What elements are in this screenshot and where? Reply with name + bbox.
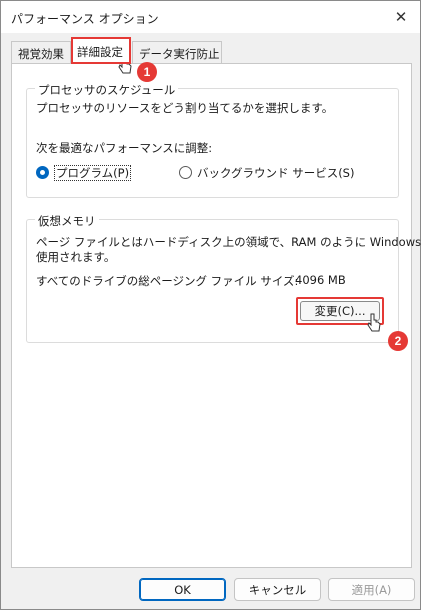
- paging-file-total-value: 4096 MB: [295, 273, 346, 287]
- step-badge-2: 2: [388, 331, 408, 351]
- virtual-memory-legend: 仮想メモリ: [35, 213, 99, 229]
- apply-button[interactable]: 適用(A): [328, 578, 415, 601]
- close-icon: ✕: [394, 8, 408, 26]
- programs-label-text: プログラム(P): [54, 165, 132, 181]
- performance-options-dialog: パフォーマンス オプション ✕ 視覚効果 詳細設定 データ実行防止 プロセッサの…: [0, 0, 421, 610]
- programs-radio[interactable]: [36, 166, 49, 179]
- programs-radio-label[interactable]: プログラム(P): [54, 165, 132, 181]
- window-title: パフォーマンス オプション: [11, 12, 159, 26]
- cancel-button[interactable]: キャンセル: [234, 578, 321, 601]
- change-button-label: 変更(C)...: [314, 304, 366, 318]
- virtual-memory-description-line2: 使用されます。: [36, 250, 116, 264]
- processor-description: プロセッサのリソースをどう割り当てるかを選択します。: [36, 101, 334, 115]
- tab-advanced[interactable]: 詳細設定: [71, 37, 131, 64]
- ok-button[interactable]: OK: [139, 578, 226, 601]
- paging-file-total-label: すべてのドライブの総ページング ファイル サイズ:: [36, 274, 299, 288]
- close-button[interactable]: ✕: [390, 7, 412, 27]
- step-badge-1: 1: [137, 62, 157, 82]
- advanced-tab-panel: プロセッサのスケジュール プロセッサのリソースをどう割り当てるかを選択します。 …: [11, 63, 421, 568]
- title-bar: パフォーマンス オプション ✕: [1, 1, 420, 33]
- background-services-radio[interactable]: [179, 166, 192, 179]
- tab-data-execution-prevention[interactable]: データ実行防止: [132, 41, 222, 63]
- tab-visual-effects[interactable]: 視覚効果: [11, 41, 71, 63]
- adjust-label: 次を最適なパフォーマンスに調整:: [36, 141, 213, 155]
- processor-scheduling-legend: プロセッサのスケジュール: [35, 82, 179, 98]
- background-services-radio-label[interactable]: バックグラウンド サービス(S): [197, 165, 354, 181]
- hand-cursor-icon: [367, 313, 381, 332]
- virtual-memory-description-line1: ページ ファイルとはハードディスク上の領域で、RAM のように Windows …: [36, 235, 421, 249]
- processor-scheduling-group: プロセッサのスケジュール プロセッサのリソースをどう割り当てるかを選択します。 …: [26, 82, 399, 198]
